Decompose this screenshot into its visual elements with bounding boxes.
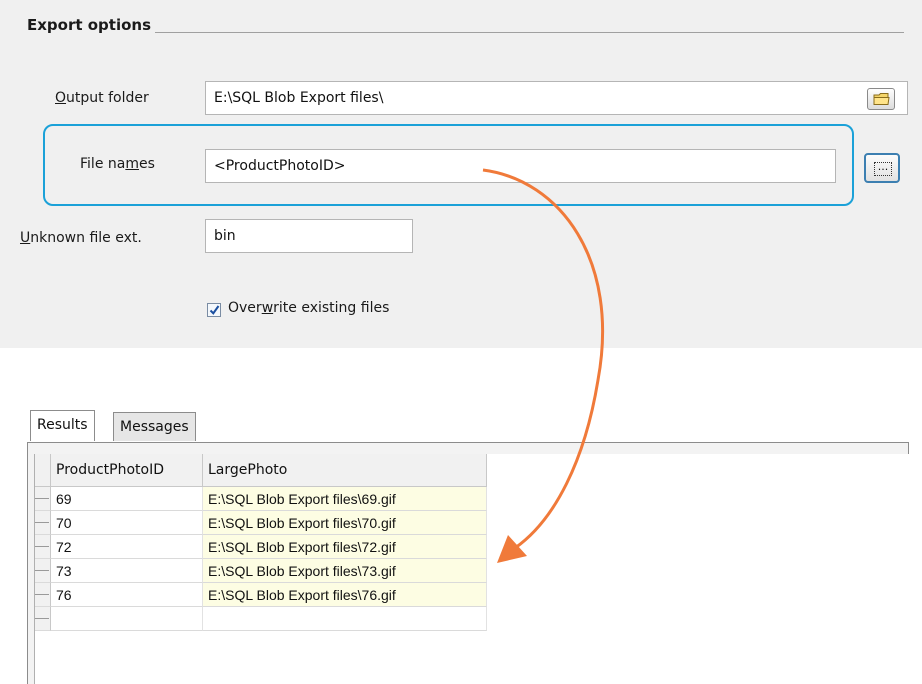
table-row-empty <box>35 607 910 631</box>
overwrite-checkbox[interactable] <box>207 303 221 317</box>
table-row: 73 E:\SQL Blob Export files\73.gif <box>35 559 910 583</box>
table-row: 70 E:\SQL Blob Export files\70.gif <box>35 511 910 535</box>
export-options-title: Export options <box>27 16 156 34</box>
group-divider <box>27 32 904 33</box>
file-names-builder-button[interactable]: ... <box>864 153 900 183</box>
grid-corner <box>35 454 51 487</box>
row-header[interactable] <box>35 511 51 535</box>
row-header[interactable] <box>35 535 51 559</box>
cell-largephoto[interactable]: E:\SQL Blob Export files\69.gif <box>203 487 487 511</box>
table-row: 72 E:\SQL Blob Export files\72.gif <box>35 535 910 559</box>
cell-productphotoid[interactable]: 72 <box>51 535 203 559</box>
browse-folder-button[interactable] <box>867 88 895 110</box>
cell-productphotoid[interactable]: 76 <box>51 583 203 607</box>
cell-productphotoid[interactable]: 69 <box>51 487 203 511</box>
row-header[interactable] <box>35 559 51 583</box>
cell-largephoto[interactable]: E:\SQL Blob Export files\76.gif <box>203 583 487 607</box>
cell-empty[interactable] <box>203 607 487 631</box>
overwrite-label[interactable]: Overwrite existing files <box>228 300 389 316</box>
unknown-ext-input[interactable]: bin <box>205 219 413 253</box>
tab-results[interactable]: Results <box>30 410 95 441</box>
row-header[interactable] <box>35 607 51 631</box>
row-header[interactable] <box>35 583 51 607</box>
cell-productphotoid[interactable]: 70 <box>51 511 203 535</box>
cell-largephoto[interactable]: E:\SQL Blob Export files\70.gif <box>203 511 487 535</box>
cell-productphotoid[interactable]: 73 <box>51 559 203 583</box>
output-folder-label: Output folder <box>55 90 149 106</box>
cell-empty[interactable] <box>51 607 203 631</box>
unknown-ext-label: Unknown file ext. <box>20 230 142 246</box>
checkmark-icon <box>209 305 220 315</box>
cell-largephoto[interactable]: E:\SQL Blob Export files\73.gif <box>203 559 487 583</box>
table-row: 76 E:\SQL Blob Export files\76.gif <box>35 583 910 607</box>
output-folder-input[interactable]: E:\SQL Blob Export files\ <box>205 81 908 115</box>
table-row: 69 E:\SQL Blob Export files\69.gif <box>35 487 910 511</box>
tab-messages[interactable]: Messages <box>113 412 196 441</box>
column-header-productphotoid[interactable]: ProductPhotoID <box>51 454 203 487</box>
results-grid: ProductPhotoID LargePhoto 69 E:\SQL Blob… <box>34 454 910 684</box>
column-header-largephoto[interactable]: LargePhoto <box>203 454 487 487</box>
row-header[interactable] <box>35 487 51 511</box>
folder-icon <box>873 93 890 105</box>
cell-largephoto[interactable]: E:\SQL Blob Export files\72.gif <box>203 535 487 559</box>
file-names-highlight <box>43 124 854 206</box>
